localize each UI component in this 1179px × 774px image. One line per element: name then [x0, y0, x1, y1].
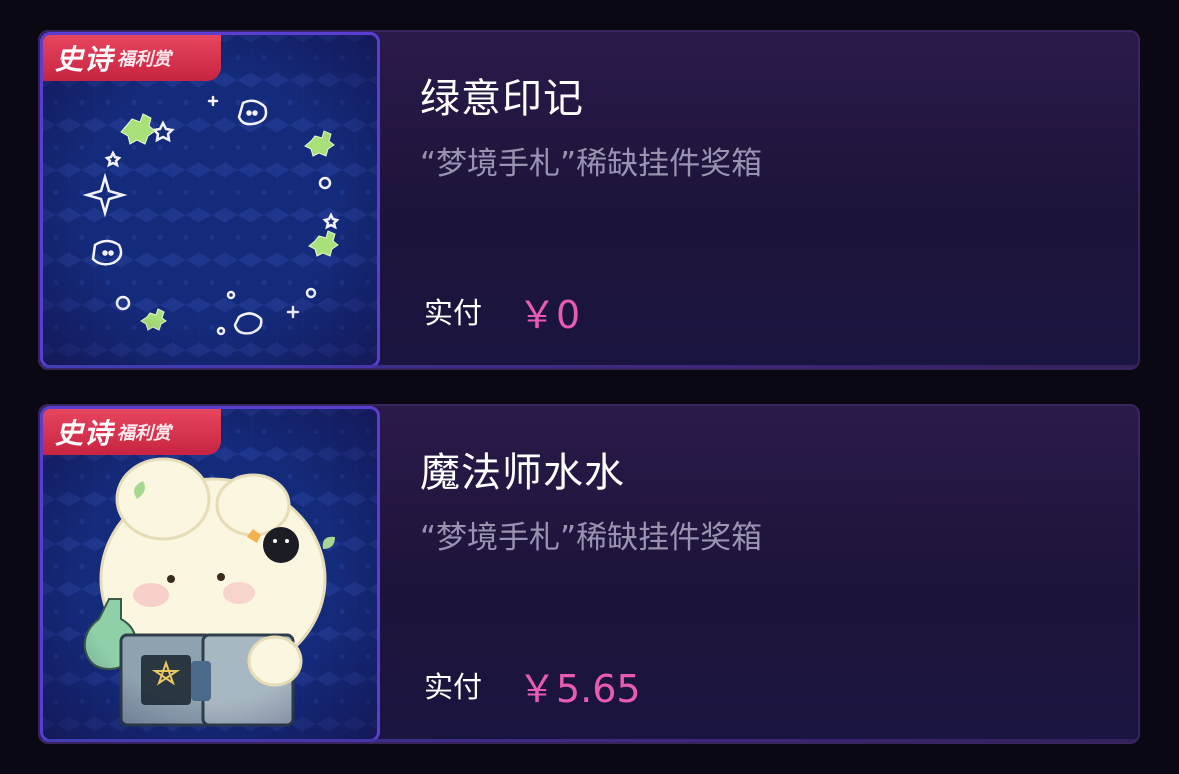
item-title: 绿意印记 [420, 76, 584, 122]
epic-reward-badge: 史诗 福利赏 [43, 409, 221, 455]
paid-label: 实付 [424, 670, 483, 704]
item-title: 魔法师水水 [420, 450, 625, 496]
price-value: ￥0 [518, 293, 581, 337]
epic-reward-badge: 史诗 福利赏 [43, 35, 221, 81]
reward-card-2[interactable]: 史诗 福利赏 魔法师水水 “梦境手札”稀缺挂件奖箱 实付 ￥5.65 [38, 404, 1140, 744]
item-subtitle: “梦境手札”稀缺挂件奖箱 [420, 146, 763, 182]
paid-label: 实付 [424, 296, 483, 330]
item-thumbnail: 史诗 福利赏 [40, 32, 380, 368]
item-thumbnail: 史诗 福利赏 [40, 406, 380, 742]
price-value: ￥5.65 [518, 667, 641, 711]
reward-card-1[interactable]: 史诗 福利赏 绿意印记 “梦境手札”稀缺挂件奖箱 实付 ￥0 [38, 30, 1140, 370]
item-subtitle: “梦境手札”稀缺挂件奖箱 [420, 520, 763, 556]
